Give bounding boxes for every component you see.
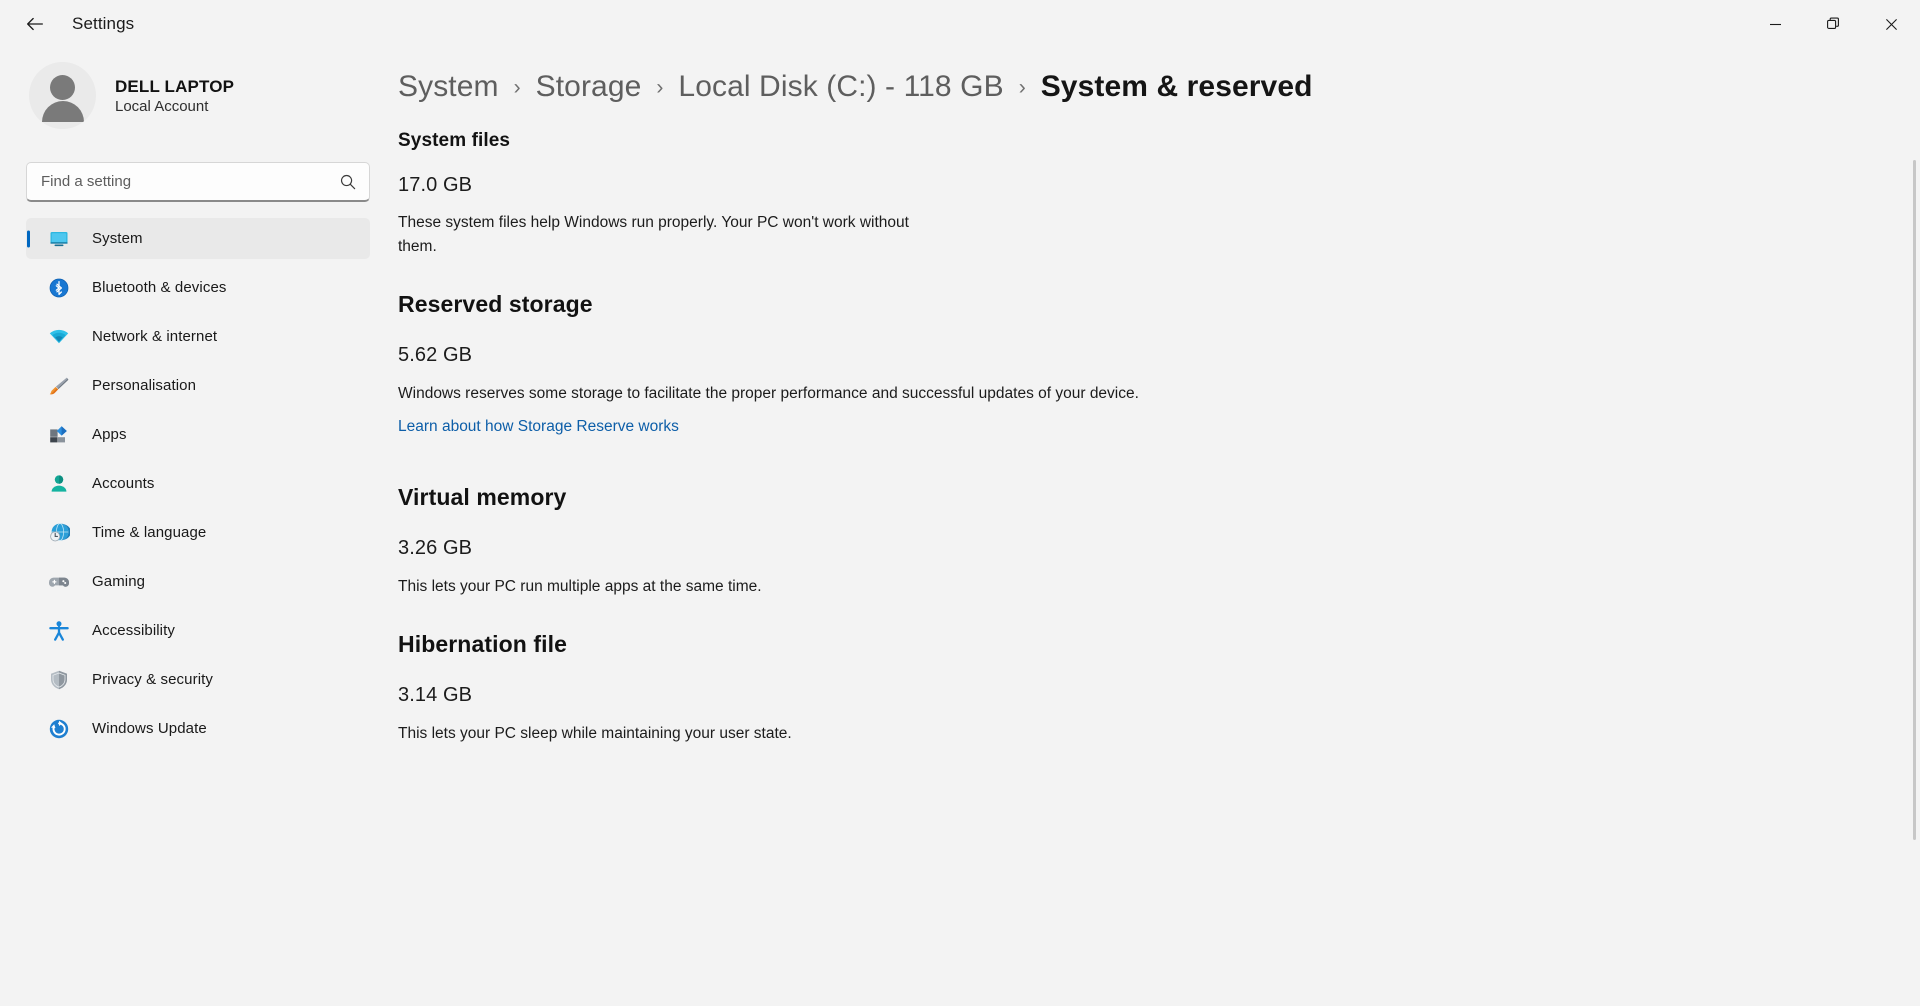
close-icon [1885,18,1897,30]
scrollbar-thumb[interactable] [1913,160,1916,840]
storage-reserve-link[interactable]: Learn about how Storage Reserve works [398,418,679,435]
paintbrush-icon [48,375,70,397]
main-content: System › Storage › Local Disk (C:) - 118… [396,48,1920,1006]
account-name: DELL LAPTOP [115,76,235,96]
sidebar-item-gaming[interactable]: Gaming [26,561,370,602]
maximize-button[interactable] [1804,0,1862,48]
sidebar-item-time-language[interactable]: Time & language [26,512,370,553]
breadcrumb-item-system[interactable]: System [398,70,499,104]
minimize-icon [1769,23,1781,25]
section-reserved-storage: Reserved storage 5.62 GB Windows reserve… [398,291,1890,436]
section-system-files: System files 17.0 GB These system files … [398,130,1890,259]
title-bar: Settings [0,0,1920,48]
back-arrow-icon [27,17,43,31]
breadcrumb-separator: › [513,76,521,99]
sidebar-item-label: Personalisation [92,377,197,394]
accessibility-icon [48,620,70,642]
section-hibernation-file: Hibernation file 3.14 GB This lets your … [398,631,1890,746]
bluetooth-icon [48,277,70,299]
window-controls [1746,0,1920,48]
gamepad-icon [48,571,70,593]
account-text: DELL LAPTOP Local Account [115,77,234,115]
breadcrumb-separator: › [656,76,664,99]
account-card[interactable]: DELL LAPTOP Local Account [29,48,370,133]
section-description: These system files help Windows run prop… [398,214,909,256]
sidebar-item-label: Privacy & security [92,671,213,688]
sidebar-item-windows-update[interactable]: Windows Update [26,708,370,749]
section-heading: Hibernation file [398,631,568,658]
breadcrumb-item-current: System & reserved [1040,70,1313,103]
sidebar-item-bluetooth-devices[interactable]: Bluetooth & devices [26,267,370,308]
sidebar-item-label: Accessibility [92,622,175,639]
section-size: 3.26 GB [398,537,473,560]
breadcrumb-item-storage[interactable]: Storage [536,70,642,104]
back-button[interactable] [14,7,56,41]
sidebar-item-label: Gaming [92,573,146,590]
breadcrumb-separator: › [1018,76,1026,99]
section-description: Windows reserves some storage to facilit… [398,385,1139,403]
sidebar-item-label: Windows Update [92,720,207,737]
person-icon [48,473,70,495]
avatar [29,62,96,129]
sidebar-item-label: System [92,230,143,247]
sidebar-item-privacy-security[interactable]: Privacy & security [26,659,370,700]
app-title: Settings [72,14,135,33]
app-shell: DELL LAPTOP Local Account Find a setting… [0,48,1920,1006]
search-container [26,162,370,202]
monitor-icon [48,228,70,250]
section-description: This lets your PC sleep while maintainin… [398,725,792,743]
sidebar-nav: System Bluetooth & devices Network & int… [26,218,370,749]
section-description: This lets your PC run multiple apps at t… [398,578,762,596]
section-size: 5.62 GB [398,344,473,367]
restore-icon [1827,17,1839,29]
section-size: 17.0 GB [398,174,473,196]
sidebar-item-label: Bluetooth & devices [92,279,227,296]
sidebar: DELL LAPTOP Local Account Find a setting… [0,48,396,1006]
sidebar-item-accessibility[interactable]: Accessibility [26,610,370,651]
search-input[interactable] [26,162,370,202]
sidebar-item-personalisation[interactable]: Personalisation [26,365,370,406]
sidebar-item-apps[interactable]: Apps [26,414,370,455]
globe-clock-icon [48,522,70,544]
breadcrumb: System › Storage › Local Disk (C:) - 118… [398,48,1890,104]
wifi-icon [48,326,70,348]
account-type: Local Account [115,97,209,115]
section-heading: System files [398,130,511,151]
avatar-head [50,75,75,100]
avatar-body [41,101,84,122]
section-size: 3.14 GB [398,684,473,707]
section-heading: Virtual memory [398,484,567,511]
minimize-button[interactable] [1746,0,1804,48]
sidebar-item-label: Time & language [92,524,207,541]
sidebar-item-accounts[interactable]: Accounts [26,463,370,504]
apps-icon [48,424,70,446]
sidebar-item-label: Network & internet [92,328,218,345]
update-icon [48,718,70,740]
sidebar-item-label: Apps [92,426,127,443]
section-heading: Reserved storage [398,291,593,318]
section-virtual-memory: Virtual memory 3.26 GB This lets your PC… [398,484,1890,599]
sidebar-item-system[interactable]: System [26,218,370,259]
close-button[interactable] [1862,0,1920,48]
breadcrumb-item-local-disk[interactable]: Local Disk (C:) - 118 GB [678,70,1003,104]
shield-icon [48,669,70,691]
sidebar-item-label: Accounts [92,475,155,492]
sidebar-item-network-internet[interactable]: Network & internet [26,316,370,357]
